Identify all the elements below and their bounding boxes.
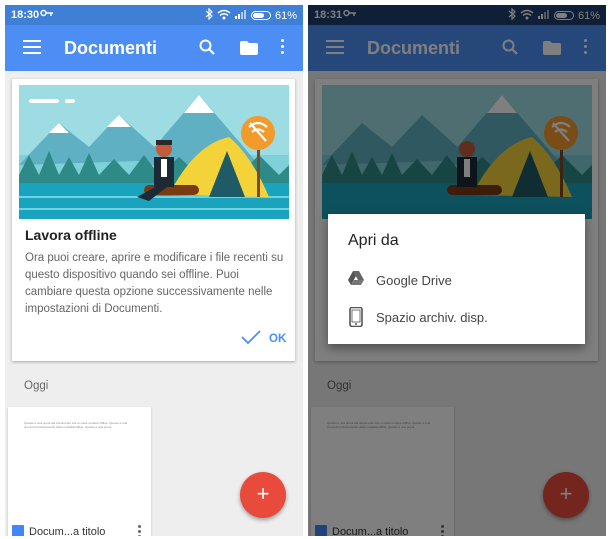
- docs-file-icon: [12, 525, 24, 536]
- status-time: 18:30: [11, 9, 40, 21]
- search-icon[interactable]: [199, 39, 215, 60]
- wifi-icon: [217, 9, 231, 23]
- google-drive-icon: [348, 270, 364, 290]
- battery-icon: [250, 11, 271, 20]
- phone-icon: [348, 306, 364, 328]
- document-preview: Questo è una prova del documento che si …: [24, 421, 128, 429]
- dialog-option-device-storage[interactable]: Spazio archiv. disp.: [348, 306, 488, 328]
- status-icons: 61%: [205, 7, 297, 23]
- card-title: Lavora offline: [25, 227, 117, 243]
- dialog-option-google-drive[interactable]: Google Drive: [348, 270, 452, 290]
- app-bar: Documenti: [5, 25, 303, 71]
- phone-screen-right: 18:31 61% Documenti: [308, 5, 606, 536]
- ok-label: OK: [269, 332, 287, 345]
- document-name: Docum...a titolo: [29, 526, 106, 536]
- dialog-option-label: Spazio archiv. disp.: [376, 309, 488, 325]
- document-more-icon[interactable]: [138, 525, 142, 536]
- battery-level: 61%: [274, 9, 297, 22]
- card-body: Ora puoi creare, aprire e modificare i f…: [25, 252, 284, 315]
- status-bar: 18:30 61%: [5, 5, 303, 25]
- signal-icon: [234, 9, 247, 22]
- app-title: Documenti: [64, 38, 158, 58]
- dialog-option-label: Google Drive: [376, 272, 452, 288]
- document-card[interactable]: Questo è una prova del documento che si …: [8, 407, 151, 536]
- bluetooth-icon: [205, 7, 213, 23]
- check-icon: [241, 330, 261, 347]
- section-header-today: Oggi: [24, 380, 49, 392]
- key-icon: [40, 8, 54, 21]
- offline-card: Lavora offline Ora puoi creare, aprire e…: [12, 79, 295, 361]
- ok-button[interactable]: OK: [241, 330, 286, 347]
- phone-screen-left: 18:30 61% Documenti Lavora offline Ora p…: [5, 5, 303, 536]
- open-from-dialog: Apri da Google Drive Spazio archiv. disp…: [328, 214, 585, 344]
- dialog-title: Apri da: [348, 232, 399, 249]
- menu-icon[interactable]: [23, 40, 41, 54]
- more-icon[interactable]: [281, 39, 285, 57]
- new-document-fab[interactable]: +: [240, 472, 286, 518]
- offline-illustration: [19, 85, 289, 219]
- document-footer: Docum...a titolo: [12, 525, 105, 536]
- folder-icon[interactable]: [240, 41, 258, 60]
